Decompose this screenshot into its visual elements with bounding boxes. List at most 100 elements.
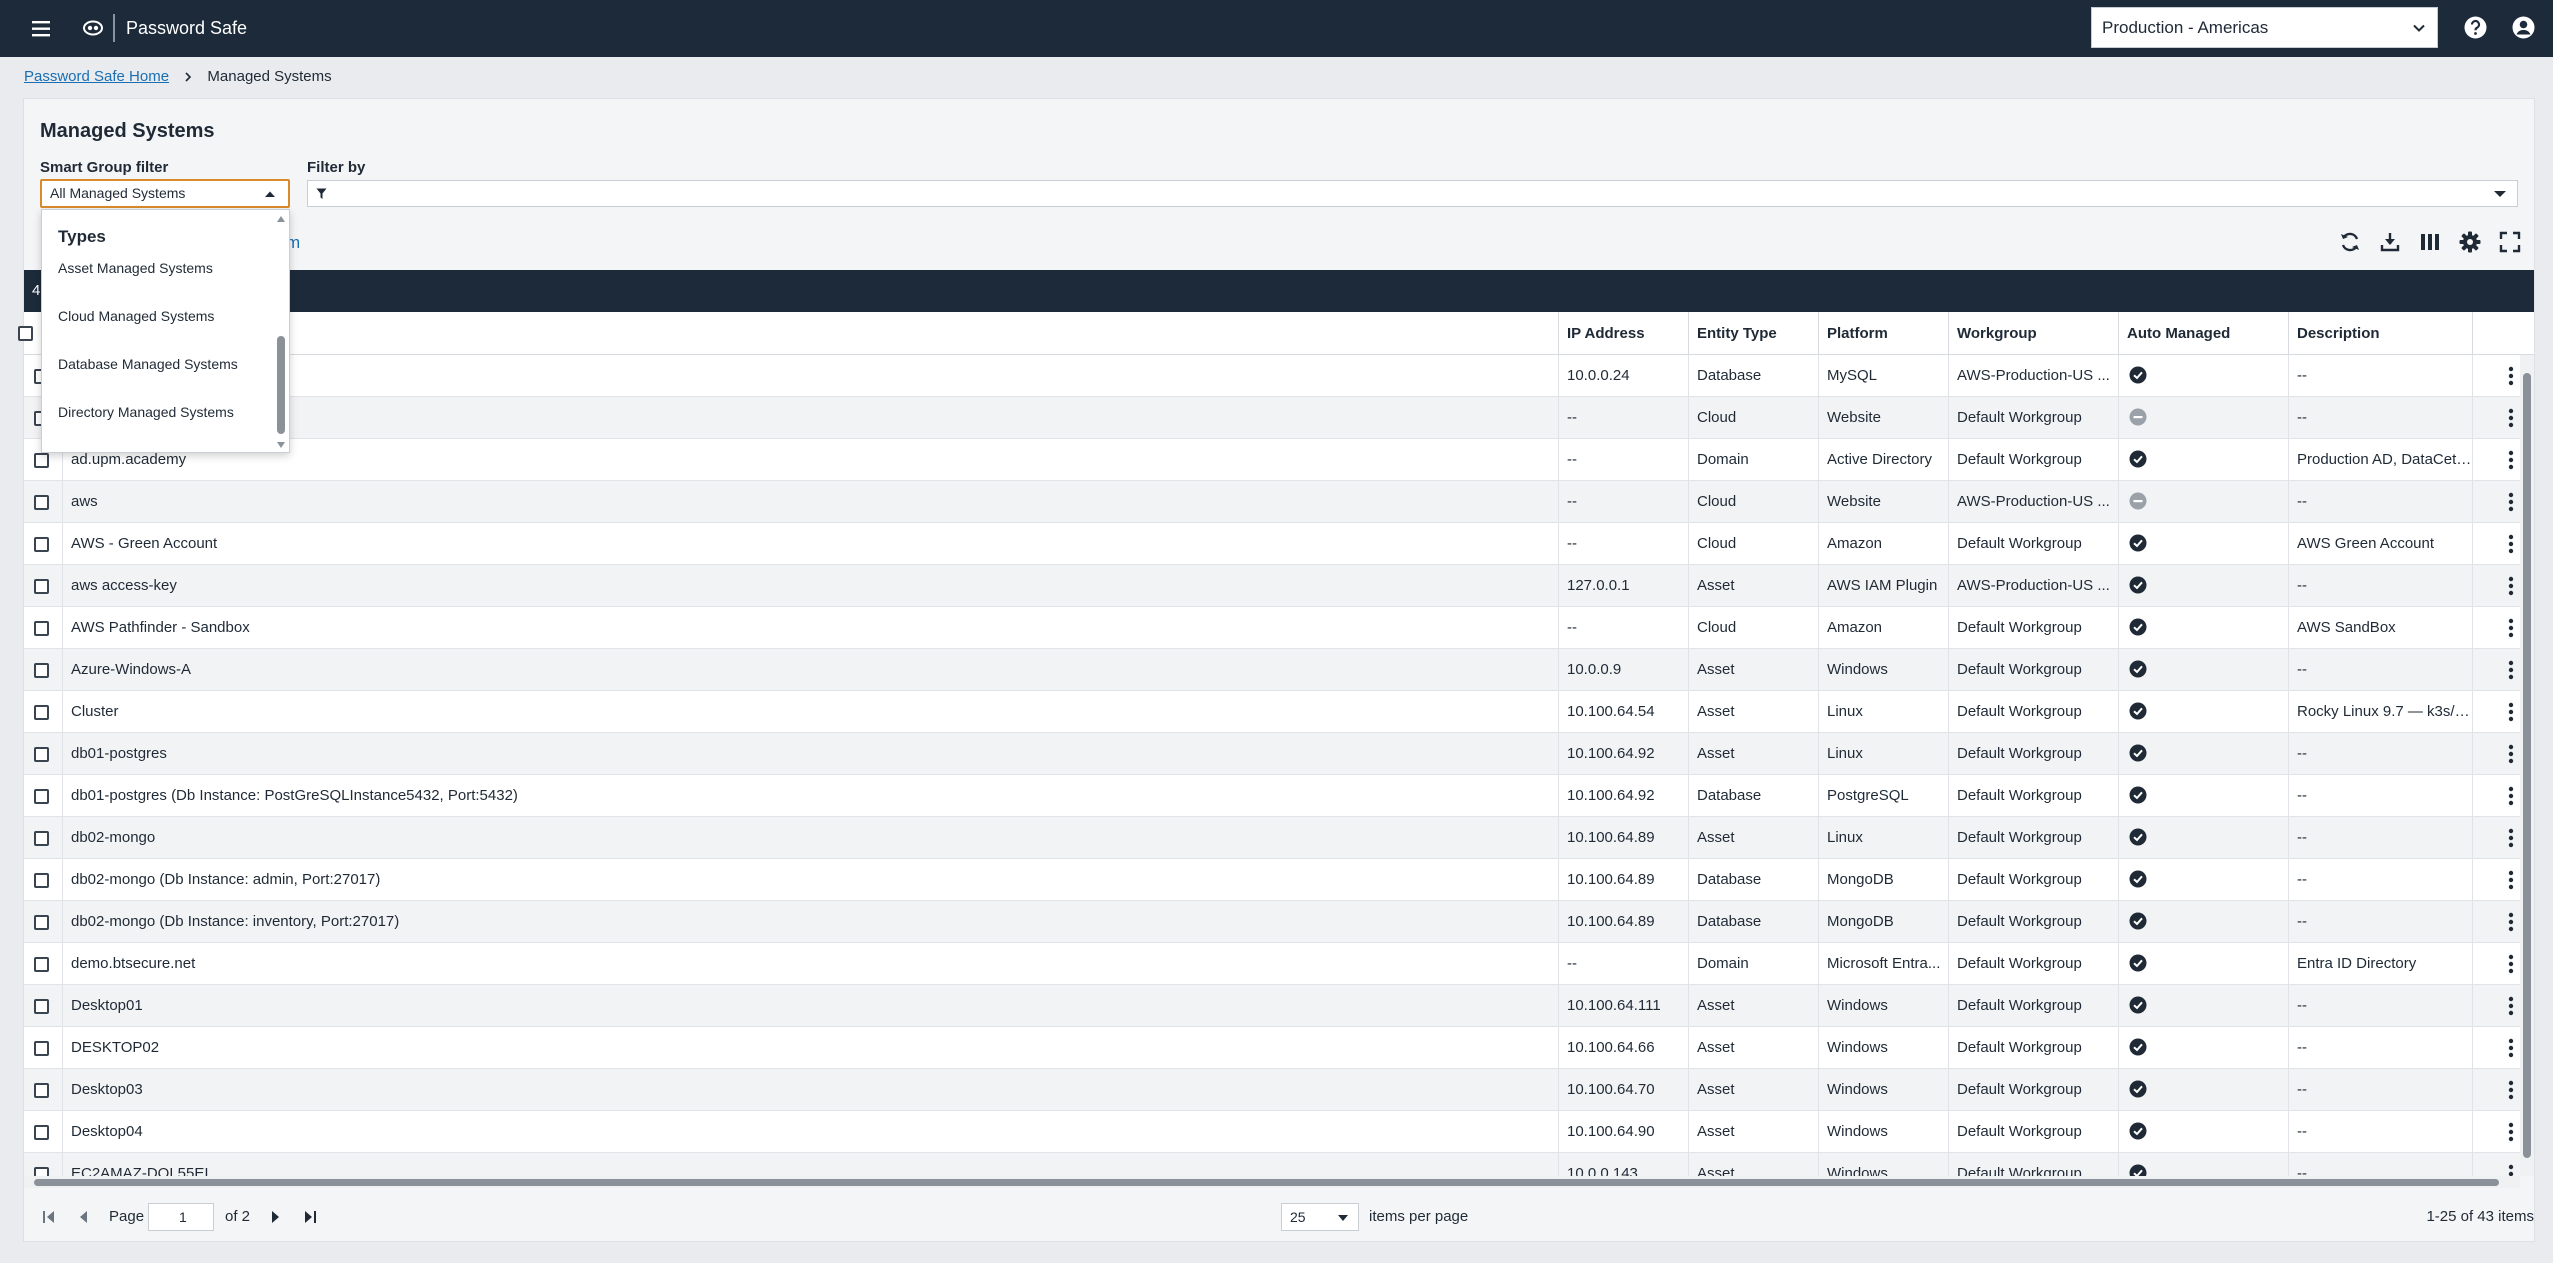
kebab-menu-icon[interactable] bbox=[2500, 617, 2522, 639]
table-row[interactable]: demo.btsecure.net -- Domain Microsoft Entra… bbox=[24, 943, 2534, 985]
next-page-icon[interactable] bbox=[267, 1208, 285, 1226]
kebab-menu-icon[interactable] bbox=[2500, 995, 2522, 1017]
row-checkbox[interactable] bbox=[34, 873, 49, 888]
table-row[interactable]: db01-postgres 10.100.64.92 Asset Linux Defau… bbox=[24, 733, 2534, 775]
vertical-scroll-thumb[interactable] bbox=[2523, 373, 2531, 1158]
row-checkbox[interactable] bbox=[34, 831, 49, 846]
cell-name[interactable]: db01-postgres (Db Instance: PostGreSQLIn… bbox=[62, 775, 1558, 816]
kebab-menu-icon[interactable] bbox=[2500, 449, 2522, 471]
kebab-menu-icon[interactable] bbox=[2500, 953, 2522, 975]
kebab-menu-icon[interactable] bbox=[2500, 659, 2522, 681]
download-icon[interactable] bbox=[2377, 229, 2403, 255]
table-row[interactable]: AWS - Green Account -- Cloud Amazon Default … bbox=[24, 523, 2534, 565]
grid-vertical-scrollbar[interactable] bbox=[2520, 355, 2534, 1176]
last-page-icon[interactable] bbox=[301, 1208, 319, 1226]
table-row[interactable]: AWS Pathfinder - Sandbox -- Cloud Amazon Def… bbox=[24, 607, 2534, 649]
table-row[interactable]: Desktop01 10.100.64.111 Asset Windows Defaul… bbox=[24, 985, 2534, 1027]
kebab-menu-icon[interactable] bbox=[2500, 491, 2522, 513]
row-checkbox[interactable] bbox=[34, 705, 49, 720]
cell-name[interactable]: demo.btsecure.net bbox=[62, 943, 1558, 984]
col-ip-address[interactable]: IP Address bbox=[1558, 312, 1688, 354]
kebab-menu-icon[interactable] bbox=[2500, 1163, 2522, 1176]
cell-name[interactable]: db02-mongo bbox=[62, 817, 1558, 858]
col-description[interactable]: Description bbox=[2288, 312, 2472, 354]
kebab-menu-icon[interactable] bbox=[2500, 407, 2522, 429]
cell-name[interactable]: Desktop03 bbox=[62, 1069, 1558, 1110]
table-row[interactable]: Azure-Windows-A 10.0.0.9 Asset Windows Defau… bbox=[24, 649, 2534, 691]
row-checkbox[interactable] bbox=[34, 663, 49, 678]
cell-name[interactable]: aws access-key bbox=[62, 565, 1558, 606]
table-row[interactable]: Cluster 10.100.64.54 Asset Linux Default Wor… bbox=[24, 691, 2534, 733]
kebab-menu-icon[interactable] bbox=[2500, 785, 2522, 807]
previous-page-icon[interactable] bbox=[74, 1208, 92, 1226]
kebab-menu-icon[interactable] bbox=[2500, 1037, 2522, 1059]
row-checkbox[interactable] bbox=[34, 1167, 49, 1176]
row-checkbox[interactable] bbox=[34, 453, 49, 468]
cell-name[interactable]: db02-mongo (Db Instance: inventory, Port… bbox=[62, 901, 1558, 942]
table-row[interactable]: aws -- Cloud Website AWS-Production-US ... -- bbox=[24, 481, 2534, 523]
kebab-menu-icon[interactable] bbox=[2500, 869, 2522, 891]
row-checkbox[interactable] bbox=[34, 957, 49, 972]
cell-name[interactable]: DESKTOP02 bbox=[62, 1027, 1558, 1068]
dropdown-scroll-thumb[interactable] bbox=[277, 336, 285, 434]
table-row[interactable]: Port:3306)10.0.0.24DatabaseMySQLAWS-Prod… bbox=[24, 355, 2534, 397]
kebab-menu-icon[interactable] bbox=[2500, 1079, 2522, 1101]
row-checkbox[interactable] bbox=[34, 747, 49, 762]
row-checkbox[interactable] bbox=[34, 495, 49, 510]
cell-name[interactable]: aws bbox=[62, 481, 1558, 522]
col-entity-type[interactable]: Entity Type bbox=[1688, 312, 1818, 354]
refresh-icon[interactable] bbox=[2337, 229, 2363, 255]
cell-name[interactable]: AWS - Green Account bbox=[62, 523, 1558, 564]
kebab-menu-icon[interactable] bbox=[2500, 743, 2522, 765]
smart-group-select[interactable]: All Managed Systems bbox=[40, 179, 290, 208]
hamburger-menu-icon[interactable] bbox=[29, 16, 55, 42]
first-page-icon[interactable] bbox=[40, 1208, 58, 1226]
row-checkbox[interactable] bbox=[34, 1041, 49, 1056]
kebab-menu-icon[interactable] bbox=[2500, 827, 2522, 849]
dropdown-item-directory[interactable]: Directory Managed Systems bbox=[58, 402, 234, 422]
kebab-menu-icon[interactable] bbox=[2500, 1121, 2522, 1143]
cell-name[interactable]: Desktop01 bbox=[62, 985, 1558, 1026]
dropdown-item-database[interactable]: Database Managed Systems bbox=[58, 354, 238, 374]
grid-horizontal-scrollbar[interactable] bbox=[24, 1176, 2520, 1188]
col-workgroup[interactable]: Workgroup bbox=[1948, 312, 2118, 354]
dropdown-item-asset[interactable]: Asset Managed Systems bbox=[58, 258, 213, 278]
horizontal-scroll-thumb[interactable] bbox=[34, 1179, 2499, 1186]
row-checkbox[interactable] bbox=[34, 1125, 49, 1140]
select-all-checkbox[interactable] bbox=[18, 326, 33, 341]
dropdown-scrollbar[interactable] bbox=[276, 216, 286, 448]
row-checkbox[interactable] bbox=[34, 915, 49, 930]
table-row[interactable]: db02-mongo 10.100.64.89 Asset Linux Default … bbox=[24, 817, 2534, 859]
table-row[interactable]: Desktop03 10.100.64.70 Asset Windows Default… bbox=[24, 1069, 2534, 1111]
filter-by-input[interactable] bbox=[307, 180, 2518, 207]
table-row[interactable]: EC2AMAZ-DQL55EI 10.0.0.143 Asset Windows Def… bbox=[24, 1153, 2534, 1176]
col-auto-managed[interactable]: Auto Managed bbox=[2118, 312, 2288, 354]
page-number-input[interactable]: 1 bbox=[148, 1203, 214, 1231]
cell-name[interactable]: db01-postgres bbox=[62, 733, 1558, 774]
row-checkbox[interactable] bbox=[34, 621, 49, 636]
user-account-icon[interactable] bbox=[2509, 13, 2538, 42]
cell-name[interactable]: db02-mongo (Db Instance: admin, Port:270… bbox=[62, 859, 1558, 900]
col-platform[interactable]: Platform bbox=[1818, 312, 1948, 354]
gear-icon[interactable] bbox=[2457, 229, 2483, 255]
breadcrumb-home-link[interactable]: Password Safe Home bbox=[24, 68, 169, 85]
kebab-menu-icon[interactable] bbox=[2500, 911, 2522, 933]
table-row[interactable]: db02-mongo (Db Instance: admin, Port:270… bbox=[24, 859, 2534, 901]
cell-name[interactable]: AWS Pathfinder - Sandbox bbox=[62, 607, 1558, 648]
kebab-menu-icon[interactable] bbox=[2500, 701, 2522, 723]
table-row[interactable]: Desktop04 10.100.64.90 Asset Windows Default… bbox=[24, 1111, 2534, 1153]
row-checkbox[interactable] bbox=[34, 789, 49, 804]
caret-down-icon[interactable] bbox=[2493, 190, 2507, 198]
cell-name[interactable]: Cluster bbox=[62, 691, 1558, 732]
row-checkbox[interactable] bbox=[34, 537, 49, 552]
fullscreen-icon[interactable] bbox=[2497, 229, 2523, 255]
kebab-menu-icon[interactable] bbox=[2500, 575, 2522, 597]
cell-name[interactable]: EC2AMAZ-DQL55EI bbox=[62, 1153, 1558, 1176]
columns-icon[interactable] bbox=[2417, 229, 2443, 255]
cell-name[interactable]: Desktop04 bbox=[62, 1111, 1558, 1152]
environment-select[interactable]: Production - Americas bbox=[2091, 7, 2438, 48]
help-icon[interactable] bbox=[2461, 13, 2490, 42]
row-checkbox[interactable] bbox=[34, 999, 49, 1014]
table-row[interactable]: db01-postgres (Db Instance: PostGreSQLIn… bbox=[24, 775, 2534, 817]
table-row[interactable]: aws access-key 127.0.0.1 Asset AWS IAM Plug… bbox=[24, 565, 2534, 607]
